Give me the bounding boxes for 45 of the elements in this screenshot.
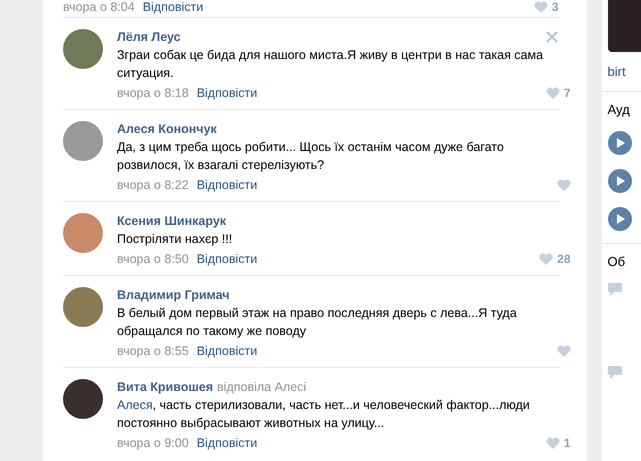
- author-name[interactable]: Владимир Гримач: [117, 288, 230, 302]
- comment-time: вчора о 8:55: [117, 343, 189, 360]
- avatar-photo[interactable]: [63, 379, 103, 419]
- section-heading: Об: [608, 254, 626, 269]
- section-heading: Ауд: [608, 102, 631, 117]
- comment-text: В белый дом первый этаж на право последняя дверь с лева...Я туда обращался по такому же поводу: [117, 305, 518, 340]
- reply-link[interactable]: Відповісти: [196, 176, 258, 194]
- heart-icon[interactable]: [546, 437, 560, 449]
- play-icon[interactable]: [608, 207, 632, 231]
- comment-text: Да, з цим треба щось робити... Щось їх останім часом дуже багато розвилося, їх взагалі стерелізують?: [117, 139, 505, 174]
- mention-link[interactable]: Алеся: [117, 398, 153, 412]
- comment-icon[interactable]: [608, 366, 622, 379]
- author-name[interactable]: Ксения Шинкарук: [117, 214, 226, 228]
- like-count: 3: [552, 0, 558, 14]
- comment-text: Постріляти нахєр !!!: [117, 231, 234, 248]
- reply-link[interactable]: Відповісти: [196, 250, 258, 268]
- play-icon[interactable]: [608, 131, 632, 155]
- author-name[interactable]: Алеся Конончук: [117, 122, 217, 136]
- like-count: 28: [557, 251, 570, 268]
- comment-icon[interactable]: [608, 283, 622, 296]
- like-count: 1: [564, 435, 570, 452]
- reply-link[interactable]: Відповісти: [142, 0, 204, 14]
- play-icon[interactable]: [608, 169, 632, 193]
- sidebar-link[interactable]: birt: [608, 64, 641, 79]
- comment-time: вчора о 8:04: [63, 0, 135, 14]
- photo-placeholder[interactable]: [608, 0, 641, 52]
- like-count: 7: [564, 85, 570, 102]
- reply-note: відповіла Алесі: [217, 380, 306, 394]
- reply-link[interactable]: Відповісти: [196, 84, 258, 102]
- heart-icon[interactable]: [546, 87, 560, 99]
- author-name[interactable]: Лёля Леус: [117, 30, 181, 44]
- comment-time: вчора о 9:00: [117, 435, 189, 452]
- heart-icon[interactable]: [556, 345, 570, 357]
- close-button[interactable]: [544, 30, 558, 44]
- heart-icon[interactable]: [556, 179, 570, 191]
- comment-text: Алеся, часть стерилизовали, часть нет...и человеческий фактор...люди постоянно выбрасывают животных на улицу...: [117, 397, 531, 432]
- comment-time: вчора о 8:18: [117, 85, 189, 102]
- heart-icon[interactable]: [534, 1, 548, 13]
- comment-time: вчора о 8:50: [117, 251, 189, 268]
- comment-text: Зграи собак це бида для нашого миста.Я живу в центри в нас такая сама ситуация.: [117, 47, 544, 82]
- author-name[interactable]: Вита Кривошея: [117, 380, 214, 394]
- heart-icon[interactable]: [539, 253, 554, 265]
- comment-time: вчора о 8:22: [117, 177, 189, 194]
- reply-link[interactable]: Відповісти: [196, 434, 258, 452]
- reply-link[interactable]: Відповісти: [196, 342, 258, 360]
